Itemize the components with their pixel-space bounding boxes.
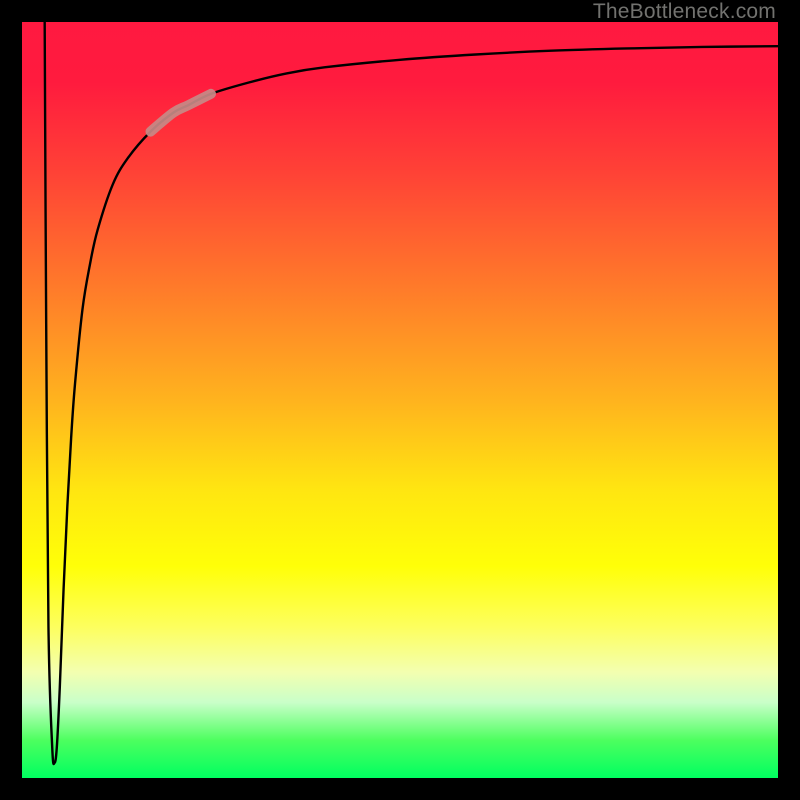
chart-frame: TheBottleneck.com (0, 0, 800, 800)
plot-area (22, 22, 778, 778)
watermark-text: TheBottleneck.com (593, 0, 776, 24)
curve-svg (22, 22, 778, 778)
highlight-segment (151, 94, 211, 132)
